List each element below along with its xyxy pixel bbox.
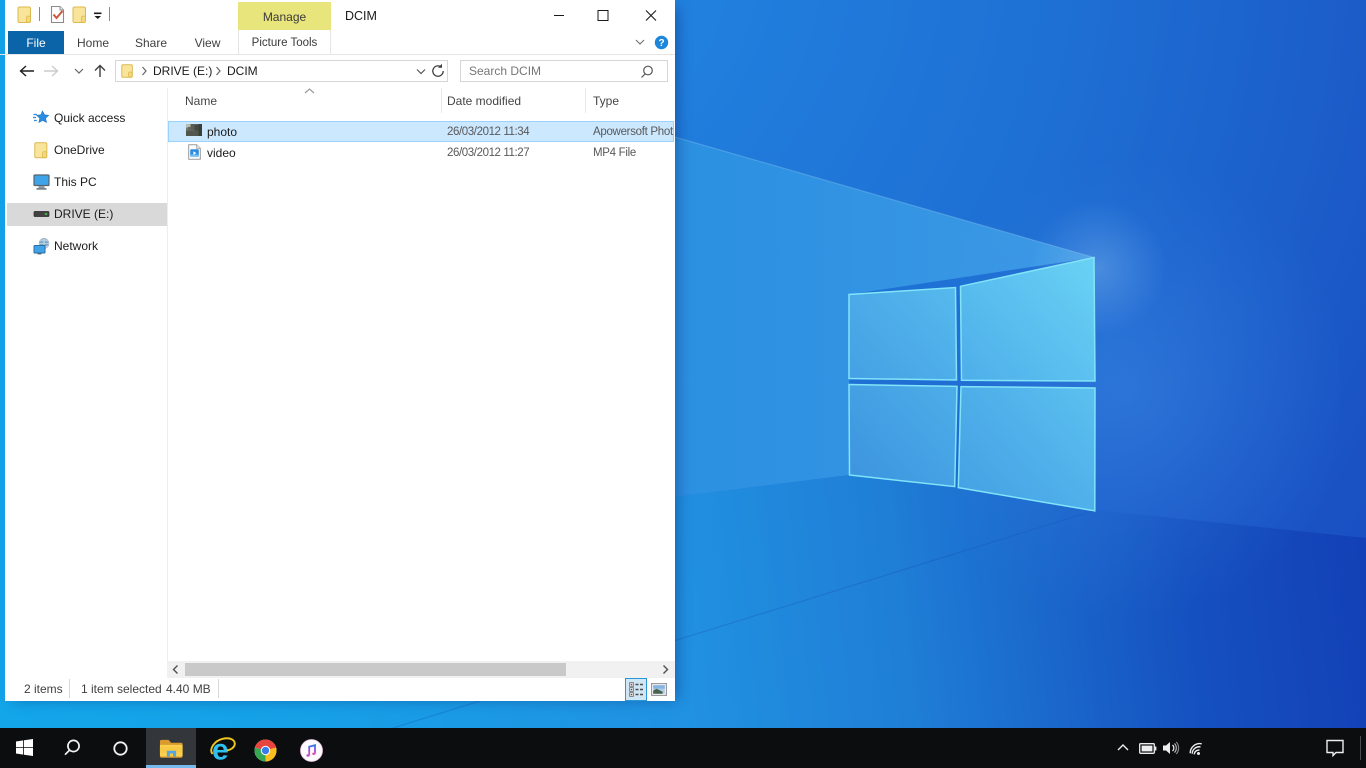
svg-text:?: ? bbox=[658, 38, 664, 49]
